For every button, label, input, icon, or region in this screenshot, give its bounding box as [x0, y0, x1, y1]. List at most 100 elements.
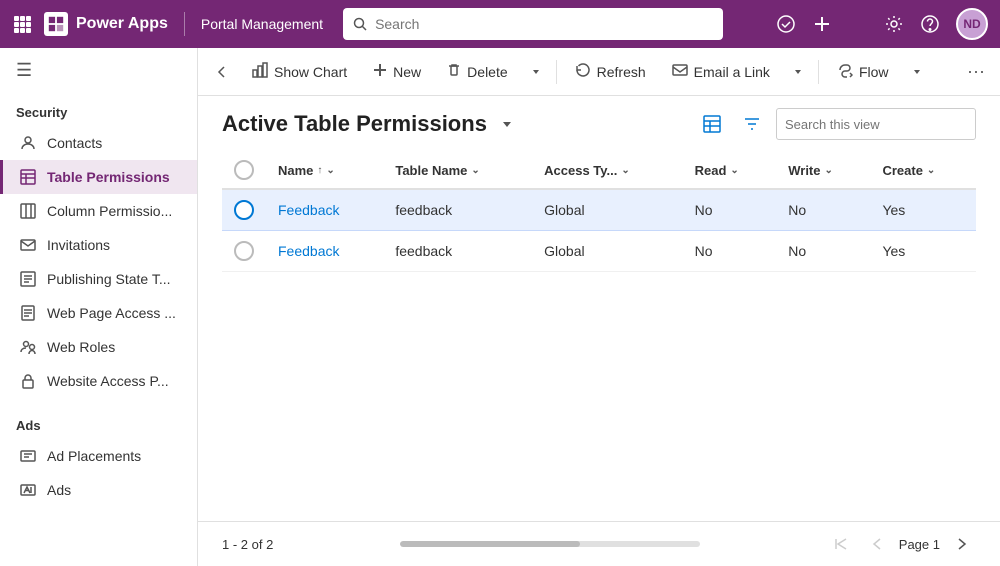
flow-icon	[837, 62, 853, 82]
lock-icon	[19, 372, 37, 390]
row-2-name-link[interactable]: Feedback	[278, 243, 339, 259]
next-page-button[interactable]	[948, 530, 976, 558]
row-2-write-cell: No	[776, 231, 870, 272]
access-type-sort-icon[interactable]: ⌄	[621, 165, 629, 176]
envelope-icon	[19, 236, 37, 254]
read-sort-icon[interactable]: ⌄	[730, 165, 738, 176]
email-icon	[672, 62, 688, 82]
back-button[interactable]	[206, 56, 238, 88]
sidebar-web-page-access-label: Web Page Access ...	[47, 305, 176, 321]
row-1-name-cell: Feedback	[266, 189, 383, 231]
sort-asc-icon: ↑	[317, 165, 322, 176]
row-1-table-name-cell: feedback	[383, 189, 532, 231]
flow-button[interactable]: Flow	[825, 54, 901, 90]
email-dropdown-button[interactable]	[784, 54, 812, 90]
view-search-box[interactable]	[776, 108, 976, 140]
record-count: 1 - 2 of 2	[222, 537, 273, 552]
row-1-name-link[interactable]: Feedback	[278, 202, 339, 218]
main-layout: ☰ Security Contacts Table Permissions Co…	[0, 48, 1000, 566]
sidebar-toggle-button[interactable]: ☰	[0, 48, 197, 93]
write-sort-icon[interactable]: ⌄	[824, 165, 832, 176]
refresh-button[interactable]: Refresh	[563, 54, 658, 90]
table-row[interactable]: Feedback feedback Global No No Yes	[222, 231, 976, 272]
email-link-button[interactable]: Email a Link	[660, 54, 782, 90]
command-separator-1	[556, 60, 557, 84]
settings-icon[interactable]	[884, 14, 904, 34]
chart-icon	[252, 62, 268, 82]
app-name: Power Apps	[76, 15, 168, 33]
content-area: Show Chart New Delete	[198, 48, 1000, 566]
view-search-input[interactable]	[785, 117, 961, 132]
name-column-header[interactable]: Name ↑ ⌄	[266, 152, 383, 189]
table-container: Name ↑ ⌄ Table Name ⌄	[198, 140, 1000, 521]
sidebar-invitations-label: Invitations	[47, 237, 110, 253]
access-type-column-header[interactable]: Access Ty... ⌄	[532, 152, 682, 189]
write-column-header[interactable]: Write ⌄	[776, 152, 870, 189]
sidebar-contacts-label: Contacts	[47, 135, 102, 151]
waffle-menu-button[interactable]	[12, 14, 32, 34]
flow-dropdown-button[interactable]	[903, 54, 931, 90]
security-section-label: Security	[0, 93, 197, 126]
access-type-col-label: Access Ty...	[544, 163, 617, 178]
table-name-col-label: Table Name	[395, 163, 467, 178]
scrollbar-thumb[interactable]	[400, 541, 580, 547]
command-bar: Show Chart New Delete	[198, 48, 1000, 96]
view-dropdown-button[interactable]	[499, 116, 515, 132]
sidebar-item-ads[interactable]: Ads	[0, 473, 197, 507]
help-icon[interactable]	[920, 14, 940, 34]
nav-icons: ND	[776, 8, 988, 40]
row-1-access-type-cell: Global	[532, 189, 682, 231]
row-2-checkbox[interactable]	[234, 241, 254, 261]
row-2-checkbox-cell	[222, 231, 266, 272]
prev-page-button[interactable]	[863, 530, 891, 558]
sidebar-item-ad-placements[interactable]: Ad Placements	[0, 439, 197, 473]
sort-dropdown-icon[interactable]: ⌄	[326, 165, 334, 176]
horizontal-scrollbar[interactable]	[400, 541, 700, 547]
sidebar-item-website-access[interactable]: Website Access P...	[0, 364, 197, 398]
view-table-icon-button[interactable]	[696, 108, 728, 140]
sidebar-item-web-roles[interactable]: Web Roles	[0, 330, 197, 364]
table-row[interactable]: Feedback feedback Global No No Yes	[222, 189, 976, 231]
view-filter-icon-button[interactable]	[736, 108, 768, 140]
delete-dropdown-button[interactable]	[522, 54, 550, 90]
sidebar-web-roles-label: Web Roles	[47, 339, 115, 355]
sidebar-item-publishing-state[interactable]: Publishing State T...	[0, 262, 197, 296]
checkbox-column-header	[222, 152, 266, 189]
plus-icon[interactable]	[812, 14, 832, 34]
view-header: Active Table Permissions	[198, 96, 1000, 140]
email-link-label: Email a Link	[694, 64, 770, 80]
sidebar-item-invitations[interactable]: Invitations	[0, 228, 197, 262]
table-name-column-header[interactable]: Table Name ⌄	[383, 152, 532, 189]
create-column-header[interactable]: Create ⌄	[870, 152, 976, 189]
more-commands-button[interactable]: ···	[960, 56, 992, 88]
show-chart-label: Show Chart	[274, 64, 347, 80]
sidebar-item-column-permissions[interactable]: Column Permissio...	[0, 194, 197, 228]
new-button[interactable]: New	[361, 54, 433, 90]
user-avatar[interactable]: ND	[956, 8, 988, 40]
columns-icon	[19, 202, 37, 220]
ads-section-label: Ads	[0, 406, 197, 439]
circle-check-icon[interactable]	[776, 14, 796, 34]
delete-button[interactable]: Delete	[435, 54, 519, 90]
ads-icon	[19, 481, 37, 499]
first-page-button[interactable]	[827, 530, 855, 558]
create-sort-icon[interactable]: ⌄	[927, 165, 935, 176]
header-checkbox[interactable]	[234, 160, 254, 180]
show-chart-button[interactable]: Show Chart	[240, 54, 359, 90]
sidebar-item-contacts[interactable]: Contacts	[0, 126, 197, 160]
row-1-checkbox[interactable]	[234, 200, 254, 220]
page-label: Page 1	[899, 537, 940, 552]
filter-icon[interactable]	[848, 14, 868, 34]
read-column-header[interactable]: Read ⌄	[683, 152, 777, 189]
global-search-box[interactable]	[343, 8, 723, 40]
page-icon	[19, 304, 37, 322]
write-col-label: Write	[788, 163, 820, 178]
table-name-sort-icon[interactable]: ⌄	[471, 165, 479, 176]
row-2-read-cell: No	[683, 231, 777, 272]
global-search-input[interactable]	[375, 16, 713, 32]
row-1-write-cell: No	[776, 189, 870, 231]
sidebar-item-web-page-access[interactable]: Web Page Access ...	[0, 296, 197, 330]
pagination-controls: Page 1	[827, 530, 976, 558]
sidebar-item-table-permissions[interactable]: Table Permissions	[0, 160, 197, 194]
app-logo: Power Apps	[44, 12, 168, 36]
